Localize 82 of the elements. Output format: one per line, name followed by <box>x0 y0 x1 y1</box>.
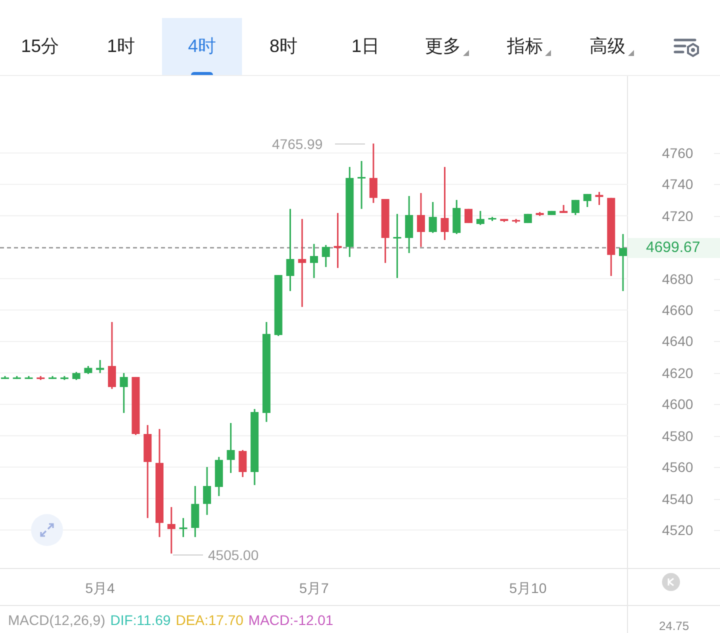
macd-value: DIF:11.69 <box>110 611 171 630</box>
candlestick <box>167 507 176 554</box>
candlestick <box>619 234 627 292</box>
candlestick <box>583 194 592 207</box>
candlestick <box>524 214 532 224</box>
current-price-tag: 4699.67 <box>628 238 720 258</box>
candlestick <box>72 372 80 380</box>
candlestick <box>500 218 508 222</box>
price-axis-label: 4540 <box>662 490 694 507</box>
price-axis-label: 4580 <box>662 428 694 444</box>
expand-button[interactable] <box>31 514 63 546</box>
timeframe-tab[interactable]: 高级 <box>570 18 653 75</box>
dropdown-caret-icon <box>545 50 551 56</box>
candlestick <box>274 275 282 336</box>
leader-line <box>172 554 204 556</box>
dropdown-caret-icon <box>463 50 469 56</box>
expand-icon <box>38 521 56 539</box>
low-price-label: 4505.00 <box>208 547 259 563</box>
candlestick <box>310 244 318 278</box>
candlestick <box>12 376 21 380</box>
candlestick <box>36 376 45 380</box>
candlestick <box>179 518 188 538</box>
date-axis-label: 5月4 <box>85 580 115 596</box>
candlestick <box>548 210 556 216</box>
timeframe-tab[interactable]: 8时 <box>242 18 325 75</box>
candlestick <box>512 218 520 224</box>
timeframe-tab[interactable]: 1时 <box>80 18 162 75</box>
price-axis-label: 4620 <box>662 364 694 381</box>
candlestick <box>96 360 104 374</box>
candlestick <box>452 200 461 234</box>
candlestick <box>108 322 116 389</box>
timeframe-tab[interactable]: 指标 <box>488 18 570 75</box>
price-axis-label: 4560 <box>662 459 694 476</box>
candlestick <box>214 456 223 496</box>
timeframe-tab[interactable]: 更多 <box>406 18 488 75</box>
candlestick <box>393 214 402 278</box>
candlestick <box>476 210 484 225</box>
date-axis-label: 5月7 <box>299 580 329 596</box>
candlestick <box>358 160 366 209</box>
macd-label: MACD(12,26,9) <box>8 611 106 630</box>
macd-value: DEA:17.70 <box>176 611 244 630</box>
candlestick <box>132 376 140 435</box>
candlestick <box>191 486 200 538</box>
high-price-label: 4765.99 <box>272 136 323 152</box>
candlestick <box>405 196 414 254</box>
price-axis-label: 4680 <box>662 270 694 287</box>
candlestick <box>571 200 580 216</box>
price-axis-label: 4740 <box>662 176 694 192</box>
candlestick <box>226 423 235 473</box>
price-axis-label: 4760 <box>662 144 694 161</box>
timeframe-tab[interactable]: 4时 <box>162 18 242 75</box>
candlestick <box>381 199 390 263</box>
candlestick <box>48 376 57 380</box>
candlestick <box>488 216 496 221</box>
candlestick <box>120 373 128 413</box>
candlestick <box>428 202 437 233</box>
candlestick <box>416 193 425 247</box>
price-axis-label: 4600 <box>662 396 694 412</box>
candlestick <box>24 376 33 380</box>
candlestick <box>84 366 92 374</box>
candlestick <box>203 467 212 515</box>
timeframe-tab[interactable]: 15分 <box>0 18 80 75</box>
dropdown-caret-icon <box>628 50 634 56</box>
candlestick <box>238 450 247 478</box>
candlestick <box>560 204 568 213</box>
candlestick <box>536 212 544 216</box>
price-axis-label: 4660 <box>662 302 694 318</box>
date-axis-label: 5月10 <box>509 580 547 596</box>
price-axis-label: 4520 <box>662 522 694 538</box>
macd-value: MACD:-12.01 <box>248 611 334 630</box>
candlestick <box>1 376 9 380</box>
macd-axis-label: 24.75 <box>658 620 690 632</box>
candlestick <box>60 376 68 380</box>
price-axis-label: 4640 <box>662 333 694 350</box>
candlestick <box>322 245 330 268</box>
candlestick <box>369 144 378 203</box>
candlestick <box>595 192 604 205</box>
timeframe-tab[interactable]: 1日 <box>325 18 406 75</box>
candlestick <box>464 208 472 224</box>
price-axis-label: 4720 <box>662 208 694 224</box>
candlestick <box>334 212 342 268</box>
k-icon[interactable] <box>662 573 680 591</box>
